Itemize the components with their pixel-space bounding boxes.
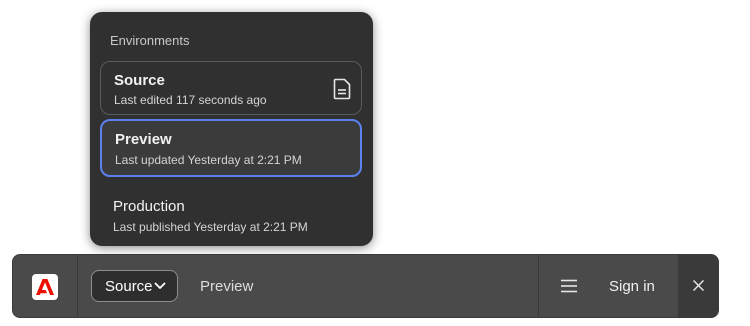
env-item-subtitle: Last updated Yesterday at 2:21 PM [115, 153, 302, 167]
env-item-source[interactable]: Source Last edited 117 seconds ago [100, 61, 362, 115]
env-item-subtitle: Last edited 117 seconds ago [114, 93, 267, 107]
preview-button[interactable]: Preview [200, 278, 253, 295]
close-button[interactable] [678, 255, 718, 317]
adobe-logo-icon [36, 279, 54, 295]
adobe-logo[interactable] [32, 274, 58, 300]
env-item-subtitle: Last published Yesterday at 2:21 PM [113, 220, 308, 234]
toolbar-divider [538, 255, 539, 317]
environment-select-label: Source [105, 278, 153, 295]
sidekick-toolbar: Source Preview Sign in [12, 254, 719, 318]
env-item-title: Production [113, 198, 185, 215]
toolbar-divider [77, 255, 78, 317]
chevron-down-icon [154, 282, 166, 289]
sign-in-button[interactable]: Sign in [609, 278, 655, 295]
env-item-title: Preview [115, 131, 172, 148]
env-item-preview[interactable]: Preview Last updated Yesterday at 2:21 P… [100, 119, 362, 177]
environment-select[interactable]: Source [91, 270, 178, 302]
close-icon [693, 280, 704, 291]
hamburger-menu-icon[interactable] [561, 279, 577, 293]
env-item-production[interactable]: Production Last published Yesterday at 2… [100, 185, 362, 241]
popover-heading: Environments [110, 33, 190, 48]
env-item-title: Source [114, 72, 165, 89]
document-icon [333, 78, 351, 100]
environments-popover: Environments Source Last edited 117 seco… [90, 12, 373, 246]
